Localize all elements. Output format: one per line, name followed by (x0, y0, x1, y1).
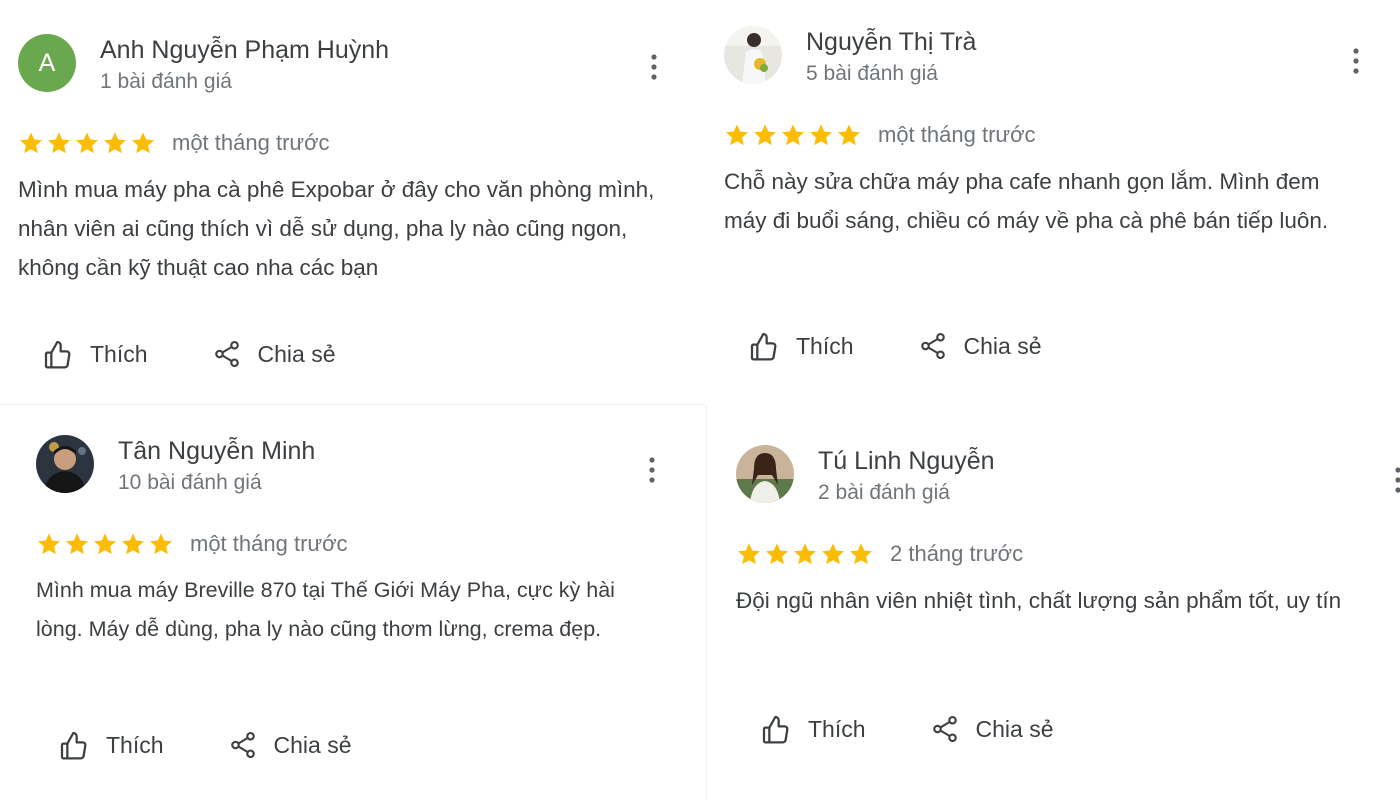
like-label: Thích (106, 731, 164, 758)
review-actions: Thích Chia sẻ (760, 713, 1054, 745)
rating-row: một tháng trước (724, 120, 1394, 150)
like-button[interactable]: Thích (748, 330, 854, 362)
star-rating (724, 122, 862, 148)
star-rating (18, 130, 156, 156)
review-card: Tú Linh Nguyễn 2 bài đánh giá 2 tháng tr… (736, 443, 1400, 744)
section-divider-vertical (706, 405, 707, 800)
avatar[interactable] (36, 435, 94, 493)
like-label: Thích (808, 715, 866, 742)
star-rating (736, 541, 874, 567)
avatar[interactable]: A (18, 34, 76, 92)
share-label: Chia sẻ (975, 715, 1054, 742)
review-header: Tú Linh Nguyễn 2 bài đánh giá (736, 443, 1400, 505)
review-text: Mình mua máy pha cà phê Expobar ở đây ch… (18, 177, 655, 280)
review-header: A Anh Nguyễn Phạm Huỳnh 1 bài đánh giá (18, 32, 678, 94)
thumb-up-outline-icon (60, 731, 87, 760)
share-icon (920, 332, 945, 360)
avatar-photo (36, 435, 94, 493)
avatar-photo (724, 26, 782, 84)
star-icon (822, 543, 844, 565)
rating-row: một tháng trước (18, 128, 678, 158)
review-card: A Anh Nguyễn Phạm Huỳnh 1 bài đánh giá m… (18, 32, 678, 369)
review-header: Nguyễn Thị Trà 5 bài đánh giá (724, 24, 1394, 86)
share-button[interactable]: Chia sẻ (212, 339, 336, 369)
star-icon (48, 132, 70, 154)
star-icon (754, 124, 776, 146)
avatar[interactable] (736, 445, 794, 503)
review-actions: Thích Chia sẻ (748, 330, 1042, 362)
star-icon (132, 132, 154, 154)
review-time: một tháng trước (172, 130, 330, 155)
share-label: Chia sẻ (963, 332, 1042, 359)
review-time: 2 tháng trước (890, 541, 1024, 566)
star-icon (150, 533, 172, 555)
rating-row: 2 tháng trước (736, 539, 1396, 569)
reviewer-name[interactable]: Anh Nguyễn Phạm Huỳnh (100, 36, 389, 65)
star-icon (76, 132, 98, 154)
like-label: Thích (796, 332, 854, 359)
more-vert-icon[interactable] (1392, 465, 1400, 495)
thumb-up-outline-icon (762, 715, 789, 744)
thumb-up-outline-icon (750, 332, 777, 361)
review-text: Mình mua máy Breville 870 tại Thế Giới M… (36, 578, 615, 641)
reviewer-name[interactable]: Tân Nguyễn Minh (118, 437, 315, 466)
share-icon (230, 731, 255, 759)
share-label: Chia sẻ (273, 731, 352, 758)
review-header: Tân Nguyễn Minh 10 bài đánh giá (36, 433, 676, 495)
review-text: Đội ngũ nhân viên nhiệt tình, chất lượng… (736, 588, 1342, 613)
star-icon (726, 124, 748, 146)
share-button[interactable]: Chia sẻ (228, 730, 352, 760)
star-icon (94, 533, 116, 555)
star-icon (810, 124, 832, 146)
share-button[interactable]: Chia sẻ (930, 714, 1054, 744)
review-text: Chỗ này sửa chữa máy pha cafe nhanh gọn … (724, 169, 1329, 233)
more-vert-icon[interactable] (646, 455, 658, 485)
thumb-up-outline-icon (44, 340, 71, 369)
review-actions: Thích Chia sẻ (42, 338, 336, 370)
like-button[interactable]: Thích (760, 713, 866, 745)
review-count: 5 bài đánh giá (806, 62, 938, 85)
more-vert-icon[interactable] (1350, 46, 1362, 76)
star-icon (66, 533, 88, 555)
review-count: 10 bài đánh giá (118, 471, 262, 494)
share-label: Chia sẻ (257, 340, 336, 367)
reviewer-name[interactable]: Tú Linh Nguyễn (818, 447, 995, 476)
star-icon (838, 124, 860, 146)
rating-row: một tháng trước (36, 529, 676, 559)
review-count: 1 bài đánh giá (100, 70, 232, 93)
share-icon (214, 340, 239, 368)
review-card: Nguyễn Thị Trà 5 bài đánh giá một tháng … (724, 24, 1394, 361)
review-actions: Thích Chia sẻ (58, 729, 352, 761)
star-icon (38, 533, 60, 555)
star-icon (782, 124, 804, 146)
review-time: một tháng trước (190, 531, 348, 556)
star-rating (36, 531, 174, 557)
star-icon (122, 533, 144, 555)
star-icon (850, 543, 872, 565)
share-button[interactable]: Chia sẻ (918, 331, 1042, 361)
avatar-photo (736, 445, 794, 503)
reviewer-name[interactable]: Nguyễn Thị Trà (806, 28, 976, 57)
like-button[interactable]: Thích (58, 729, 164, 761)
star-icon (766, 543, 788, 565)
star-icon (20, 132, 42, 154)
review-time: một tháng trước (878, 122, 1036, 147)
avatar[interactable] (724, 26, 782, 84)
review-count: 2 bài đánh giá (818, 481, 950, 504)
like-button[interactable]: Thích (42, 338, 148, 370)
like-label: Thích (90, 340, 148, 367)
more-vert-icon[interactable] (648, 52, 660, 82)
review-card: Tân Nguyễn Minh 10 bài đánh giá một thán… (36, 433, 676, 760)
share-icon (932, 715, 957, 743)
star-icon (104, 132, 126, 154)
star-icon (794, 543, 816, 565)
star-icon (738, 543, 760, 565)
section-divider-horizontal (0, 404, 706, 405)
